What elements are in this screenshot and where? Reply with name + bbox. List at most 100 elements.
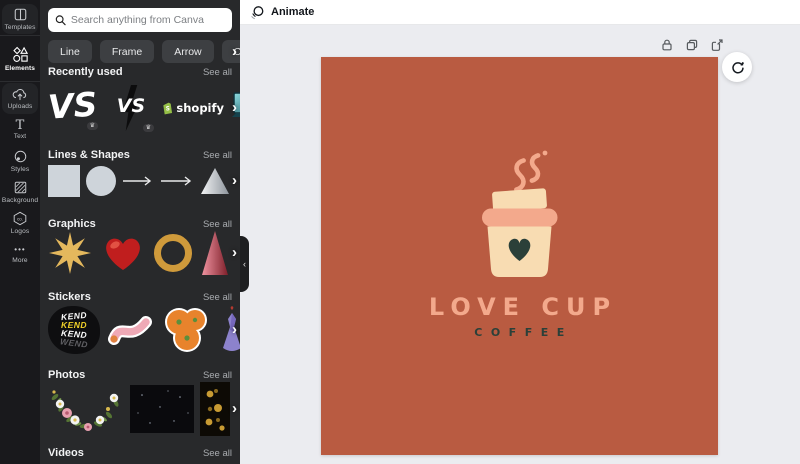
sidebar-item-logos[interactable]: co. Logos	[0, 207, 40, 238]
animate-icon	[250, 5, 265, 20]
section-header-lines-shapes: Lines & Shapes See all	[40, 149, 240, 161]
chevron-right-icon[interactable]: ›	[230, 45, 239, 59]
more-icon: •••	[14, 244, 25, 255]
see-all-link[interactable]: See all	[203, 292, 232, 303]
section-title: Recently used	[48, 66, 123, 78]
section-title: Stickers	[48, 291, 91, 303]
sidebar-item-label: Elements	[5, 65, 35, 72]
long-arrow[interactable]	[160, 176, 194, 186]
logos-icon: co.	[12, 211, 28, 226]
refresh-button[interactable]	[722, 52, 752, 82]
design-subtitle-text[interactable]: COFFEE	[321, 326, 718, 339]
flower-sticker[interactable]	[162, 304, 212, 356]
heart-graphic[interactable]	[102, 234, 144, 272]
duplicate-icon[interactable]	[685, 38, 699, 52]
section-title: Videos	[48, 447, 84, 459]
design-title-text[interactable]: LOVE CUP	[321, 293, 718, 321]
cone-graphic[interactable]	[202, 231, 228, 275]
shape-chips-row: Line Frame Arrow Circle Square ›	[40, 40, 240, 63]
ring-graphic[interactable]	[154, 234, 192, 272]
sidebar-item-label: More	[12, 257, 27, 264]
lines-shapes-row: ›	[40, 163, 240, 199]
vs-lightning-sticker[interactable]: VS ♛	[108, 84, 154, 132]
sidebar-item-background[interactable]: Background	[0, 176, 40, 207]
section-header-videos: Videos See all	[40, 447, 240, 459]
pro-crown-icon: ♛	[87, 122, 98, 130]
section-header-graphics: Graphics See all	[40, 218, 240, 230]
rail-divider	[0, 81, 40, 82]
animate-button[interactable]: Animate	[240, 0, 324, 24]
chevron-right-icon[interactable]: ›	[230, 174, 239, 188]
chevron-right-icon[interactable]: ›	[230, 246, 239, 260]
background-icon	[13, 180, 28, 195]
sidebar-item-text[interactable]: T Text	[0, 114, 40, 145]
sidebar-item-label: Uploads	[8, 103, 33, 110]
weekend-sticker[interactable]: KEND KEND KEND WEND	[48, 306, 100, 354]
gold-flowers-photo[interactable]	[200, 382, 230, 436]
shopify-bag-icon: S	[162, 98, 173, 118]
sidebar-item-elements[interactable]: Elements	[0, 37, 40, 80]
coffee-cup-illustration[interactable]	[321, 57, 718, 455]
uploads-icon	[12, 87, 28, 101]
refresh-icon	[730, 60, 745, 75]
elements-panel: Line Frame Arrow Circle Square › Recentl…	[40, 0, 240, 464]
chip-frame[interactable]: Frame	[100, 40, 154, 63]
squiggle-sticker[interactable]	[108, 309, 154, 351]
rail-divider	[0, 35, 40, 36]
see-all-link[interactable]: See all	[203, 67, 232, 78]
sidebar-item-more[interactable]: ••• More	[0, 238, 40, 269]
sidebar-item-templates[interactable]: Templates	[2, 4, 38, 34]
chip-line[interactable]: Line	[48, 40, 92, 63]
templates-icon	[13, 7, 28, 22]
sidebar-item-label: Logos	[11, 228, 29, 235]
chip-arrow[interactable]: Arrow	[162, 40, 213, 63]
panel-collapse-handle[interactable]: ‹	[240, 236, 249, 292]
section-header-photos: Photos See all	[40, 369, 240, 381]
see-all-link[interactable]: See all	[203, 448, 232, 459]
chevron-right-icon[interactable]: ›	[230, 101, 239, 115]
sidebar-rail: Templates Elements Uploads T Text Styles	[0, 0, 40, 464]
share-icon[interactable]	[710, 38, 724, 52]
svg-text:co.: co.	[17, 216, 23, 221]
see-all-link[interactable]: See all	[203, 150, 232, 161]
floral-wreath-photo[interactable]	[48, 382, 124, 436]
recently-used-row: VS ♛ VS ♛ S shopify ›	[40, 83, 240, 133]
search-bar[interactable]	[48, 8, 232, 32]
see-all-link[interactable]: See all	[203, 219, 232, 230]
sidebar-item-styles[interactable]: Styles	[0, 145, 40, 176]
graphics-row: ›	[40, 230, 240, 276]
sidebar-item-uploads[interactable]: Uploads	[2, 83, 38, 114]
section-title: Graphics	[48, 218, 96, 230]
section-title: Photos	[48, 369, 85, 381]
page-controls	[660, 38, 724, 52]
elements-icon	[12, 46, 29, 63]
search-icon	[55, 14, 66, 26]
styles-icon	[13, 149, 28, 164]
sidebar-item-label: Templates	[5, 24, 36, 31]
vs-sticker[interactable]: VS ♛	[48, 84, 100, 132]
short-arrow[interactable]	[122, 176, 154, 186]
editor-toolbar: Animate	[240, 0, 800, 25]
night-sky-photo[interactable]	[130, 385, 194, 433]
design-page[interactable]: LOVE CUP COFFEE	[321, 57, 718, 455]
starburst-graphic[interactable]	[48, 231, 92, 275]
triangle-shape[interactable]	[200, 167, 230, 195]
pro-crown-icon: ♛	[143, 124, 154, 132]
lock-icon[interactable]	[660, 38, 674, 52]
square-shape[interactable]	[48, 165, 80, 197]
section-header-stickers: Stickers See all	[40, 291, 240, 303]
svg-text:S: S	[166, 106, 170, 112]
chevron-right-icon[interactable]: ›	[230, 402, 239, 416]
section-header-recently-used: Recently used See all	[40, 66, 240, 78]
sidebar-item-label: Background	[2, 197, 38, 204]
shopify-logo[interactable]: S shopify	[162, 84, 224, 132]
circle-shape[interactable]	[86, 166, 116, 196]
sidebar-item-label: Styles	[11, 166, 30, 173]
canvas-area: LOVE CUP COFFEE	[240, 25, 800, 464]
chevron-left-icon: ‹	[243, 259, 246, 269]
chevron-right-icon[interactable]: ›	[230, 323, 239, 337]
see-all-link[interactable]: See all	[203, 370, 232, 381]
section-title: Lines & Shapes	[48, 149, 130, 161]
steam-icon	[511, 154, 542, 191]
search-input[interactable]	[71, 14, 225, 26]
